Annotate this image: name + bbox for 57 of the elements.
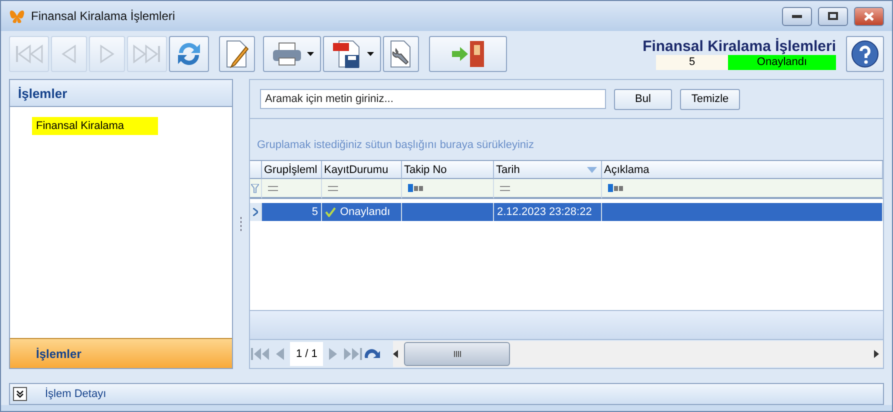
caret-icon: [366, 52, 374, 56]
close-icon: [864, 12, 874, 20]
scroll-right-icon[interactable]: [874, 350, 879, 358]
detail-panel-title: İşlem Detayı: [45, 388, 106, 400]
search-button[interactable]: Bul: [614, 88, 672, 110]
search-field[interactable]: Aramak için metin giriniz...: [260, 89, 606, 109]
chevrons-icon: [16, 390, 24, 398]
equals-filter-icon[interactable]: [500, 186, 510, 190]
minimize-button[interactable]: [782, 6, 812, 26]
table-cell: 5: [262, 203, 322, 221]
scroll-left-icon[interactable]: [393, 350, 398, 358]
help-button[interactable]: [846, 36, 884, 72]
form-title: Finansal Kiralama İşlemleri: [642, 38, 836, 55]
edit-button[interactable]: [219, 36, 255, 72]
close-button[interactable]: [854, 6, 884, 26]
row-indicator-icon: [253, 208, 258, 216]
sidebar-title: İşlemler: [10, 80, 232, 107]
caret-icon: [306, 52, 314, 56]
print-button[interactable]: [263, 36, 321, 72]
exit-button[interactable]: [429, 36, 507, 72]
text-filter-icon[interactable]: [408, 184, 424, 192]
maximize-icon: [828, 12, 838, 20]
minimize-icon: [792, 14, 802, 18]
scrollbar-thumb[interactable]: [404, 342, 510, 366]
window-title: Finansal Kiralama İşlemleri: [31, 9, 176, 23]
refresh-icon[interactable]: [364, 348, 382, 360]
sidebar-item[interactable]: Finansal Kiralama: [32, 117, 158, 135]
maximize-button[interactable]: [818, 6, 848, 26]
equals-filter-icon[interactable]: [268, 186, 278, 190]
expand-button[interactable]: [13, 387, 27, 401]
record-number: 5: [656, 55, 728, 70]
butterfly-icon: [9, 9, 25, 23]
pdf-save-icon: [330, 39, 362, 69]
first-icon: [14, 43, 44, 65]
previous-icon: [59, 43, 79, 65]
printer-icon: [270, 41, 302, 67]
clear-button[interactable]: Temizle: [680, 88, 740, 110]
refresh-button[interactable]: [169, 36, 209, 72]
group-panel-hint: Gruplamak istediğiniz sütun başlığını buraya sürükleyiniz: [256, 138, 535, 153]
text-filter-icon[interactable]: [608, 184, 624, 192]
help-icon: [851, 40, 879, 68]
column-header[interactable]: Tarih: [494, 161, 602, 179]
filter-icon[interactable]: [251, 184, 259, 192]
column-header[interactable]: Takip No: [402, 161, 494, 179]
settings-button[interactable]: [383, 36, 419, 72]
status-label: Onaylandı: [728, 55, 836, 70]
pencil-document-icon: [224, 39, 250, 69]
equals-filter-icon[interactable]: [328, 186, 338, 190]
column-header[interactable]: Grupİşleml: [262, 161, 322, 179]
pdf-button[interactable]: [323, 36, 381, 72]
last-icon: [132, 43, 162, 65]
table-cell: Onaylandı: [322, 203, 402, 221]
page-indicator: 1 / 1: [290, 342, 324, 366]
table-cell: 2.12.2023 23:28:22: [494, 203, 602, 221]
sidebar-footer-button[interactable]: İşlemler: [10, 338, 232, 368]
column-header[interactable]: Açıklama: [602, 161, 883, 179]
column-header[interactable]: KayıtDurumu: [322, 161, 402, 179]
